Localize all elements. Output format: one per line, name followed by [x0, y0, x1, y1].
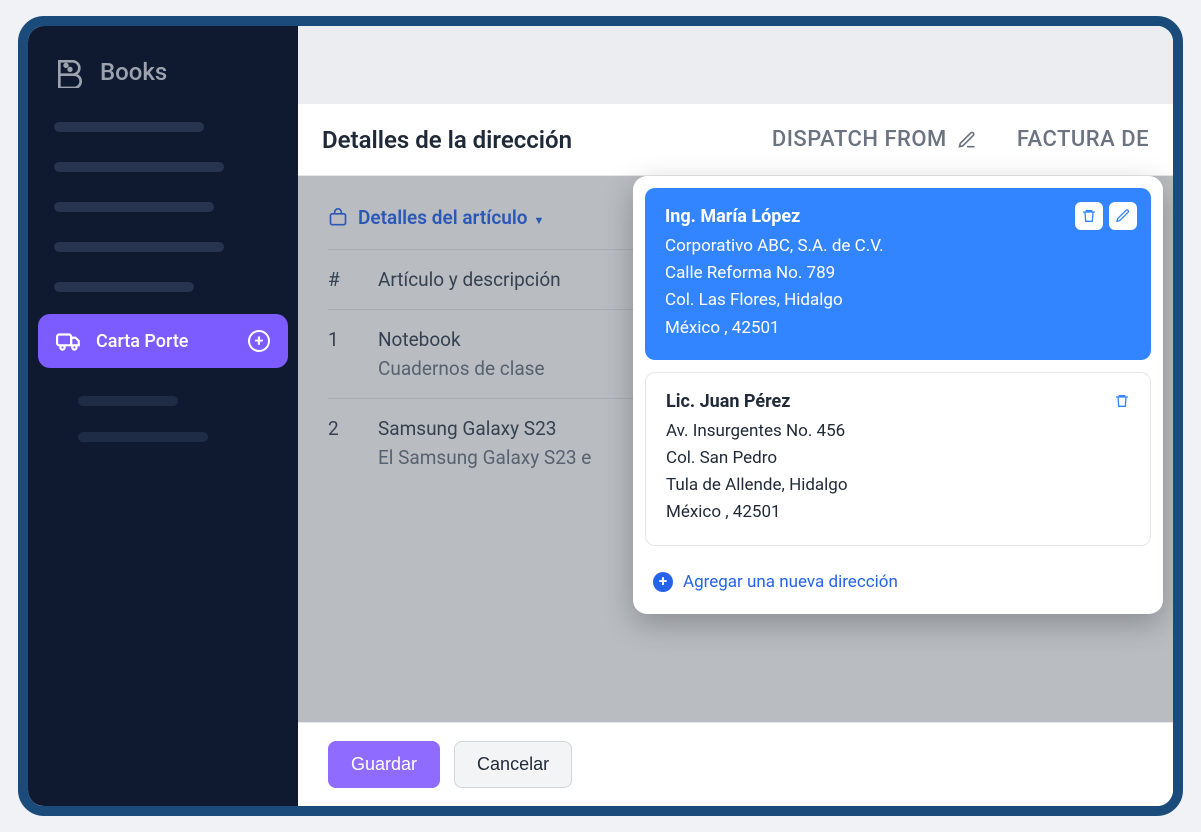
pencil-icon	[957, 130, 977, 150]
nav-placeholder[interactable]	[54, 202, 214, 212]
address-street: Calle Reforma No. 789	[665, 260, 1131, 287]
nav-placeholders-top	[28, 118, 298, 296]
add-new-label: Agregar una nueva dirección	[683, 572, 898, 592]
address-street: Av. Insurgentes No. 456	[666, 418, 1130, 445]
nav-placeholder[interactable]	[78, 432, 208, 442]
tab-label: FACTURA DE	[1017, 127, 1149, 152]
address-dropdown: Ing. María López Corporativo ABC, S.A. d…	[633, 176, 1163, 614]
address-colony: Col. San Pedro	[666, 445, 1130, 472]
delete-address-button[interactable]	[1108, 387, 1136, 415]
nav-placeholder[interactable]	[54, 242, 224, 252]
tab-label: DISPATCH FROM	[772, 127, 947, 152]
trash-icon	[1081, 208, 1097, 224]
main: Detalles de la dirección DISPATCH FROM F…	[298, 26, 1173, 806]
nav-placeholder[interactable]	[54, 122, 204, 132]
nav-placeholder[interactable]	[54, 282, 194, 292]
address-card[interactable]: Lic. Juan Pérez Av. Insurgentes No. 456 …	[645, 372, 1151, 546]
sidebar-item-label: Carta Porte	[96, 331, 234, 352]
truck-icon	[56, 328, 82, 354]
top-grey-bar	[298, 26, 1173, 104]
delete-address-button[interactable]	[1075, 202, 1103, 230]
footer: Guardar Cancelar	[298, 722, 1173, 806]
address-name: Lic. Juan Pérez	[666, 391, 1130, 412]
nav-placeholders-sub	[28, 386, 298, 442]
sidebar-item-carta-porte[interactable]: Carta Porte +	[38, 314, 288, 368]
address-country-zip: México , 42501	[666, 499, 1130, 526]
brand-icon	[54, 56, 86, 88]
brand: Books	[28, 46, 298, 118]
nav-placeholder[interactable]	[78, 396, 178, 406]
app-frame: Books Carta Porte + Deta	[18, 16, 1183, 816]
add-new-address-button[interactable]: + Agregar una nueva dirección	[645, 558, 1151, 602]
pencil-icon	[1115, 208, 1131, 224]
tab-bar: Detalles de la dirección DISPATCH FROM F…	[298, 104, 1173, 176]
brand-name: Books	[100, 58, 167, 86]
trash-icon	[1114, 393, 1130, 409]
add-icon[interactable]: +	[248, 330, 270, 352]
sidebar: Books Carta Porte +	[28, 26, 298, 806]
nav-placeholder[interactable]	[54, 162, 224, 172]
body: Detalles del artículo # Artículo y descr…	[298, 176, 1173, 722]
edit-address-button[interactable]	[1109, 202, 1137, 230]
tab-factura-de[interactable]: FACTURA DE	[1017, 127, 1149, 152]
address-country-zip: México , 42501	[665, 315, 1131, 342]
tab-dispatch-from[interactable]: DISPATCH FROM	[772, 127, 977, 152]
address-city-state: Tula de Allende, Hidalgo	[666, 472, 1130, 499]
address-company: Corporativo ABC, S.A. de C.V.	[665, 233, 1131, 260]
page-title: Detalles de la dirección	[322, 126, 732, 154]
address-card-selected[interactable]: Ing. María López Corporativo ABC, S.A. d…	[645, 188, 1151, 360]
address-colony: Col. Las Flores, Hidalgo	[665, 287, 1131, 314]
save-button[interactable]: Guardar	[328, 741, 440, 788]
plus-icon: +	[653, 572, 673, 592]
address-name: Ing. María López	[665, 206, 1131, 227]
cancel-button[interactable]: Cancelar	[454, 741, 572, 788]
